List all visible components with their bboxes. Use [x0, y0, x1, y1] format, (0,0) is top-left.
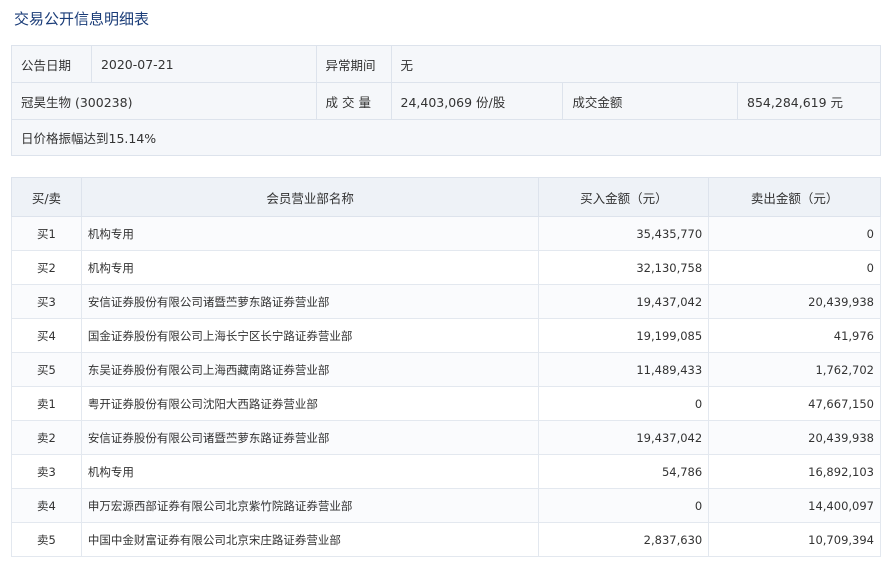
row-name: 机构专用	[80, 454, 540, 489]
row-side: 卖4	[11, 488, 82, 523]
volume-value: 24,403,069 份/股	[390, 82, 564, 120]
row-sell-amount: 14,400,097	[708, 488, 881, 523]
row-name: 机构专用	[80, 250, 540, 285]
row-buy-amount: 2,837,630	[538, 522, 710, 557]
row-side: 买1	[11, 216, 82, 251]
table-row: 卖3 机构专用 54,786 16,892,103	[11, 454, 881, 489]
row-side: 买4	[11, 318, 82, 353]
table-row: 卖5 中国中金财富证券有限公司北京宋庄路证券营业部 2,837,630 10,709,…	[11, 522, 881, 557]
row-sell-amount: 20,439,938	[708, 284, 881, 319]
row-side: 买5	[11, 352, 82, 387]
table-row: 卖1 粤开证券股份有限公司沈阳大西路证券营业部 0 47,667,150	[11, 386, 881, 421]
row-name: 中国中金财富证券有限公司北京宋庄路证券营业部	[80, 522, 540, 557]
amount-value: 854,284,619 元	[737, 82, 881, 120]
row-buy-amount: 32,130,758	[538, 250, 710, 285]
header-side: 买/卖	[11, 177, 82, 217]
abnormal-period-label: 异常期间	[315, 45, 392, 83]
row-sell-amount: 47,667,150	[708, 386, 881, 421]
header-name: 会员营业部名称	[80, 177, 540, 217]
row-side: 买3	[11, 284, 82, 319]
row-side: 卖1	[11, 386, 82, 421]
table-row: 买2 机构专用 32,130,758 0	[11, 250, 881, 285]
row-sell-amount: 20,439,938	[708, 420, 881, 455]
row-buy-amount: 19,437,042	[538, 420, 710, 455]
row-sell-amount: 41,976	[708, 318, 881, 353]
row-sell-amount: 0	[708, 250, 881, 285]
header-buy: 买入金额（元）	[538, 177, 710, 217]
row-buy-amount: 35,435,770	[538, 216, 710, 251]
row-side: 卖3	[11, 454, 82, 489]
amount-label: 成交金额	[562, 82, 739, 120]
announce-date-label: 公告日期	[11, 45, 92, 83]
table-row: 买3 安信证券股份有限公司诸暨苎萝东路证券营业部 19,437,042 20,439,…	[11, 284, 881, 319]
row-buy-amount: 19,437,042	[538, 284, 710, 319]
table-row: 卖4 申万宏源西部证券有限公司北京紫竹院路证券营业部 0 14,400,097	[11, 488, 881, 523]
row-side: 卖5	[11, 522, 82, 557]
table-row: 买5 东吴证券股份有限公司上海西藏南路证券营业部 11,489,433 1,762,7…	[11, 352, 881, 387]
row-sell-amount: 10,709,394	[708, 522, 881, 557]
row-name: 粤开证券股份有限公司沈阳大西路证券营业部	[80, 386, 540, 421]
row-buy-amount: 19,199,085	[538, 318, 710, 353]
row-name: 机构专用	[80, 216, 540, 251]
row-name: 国金证券股份有限公司上海长宁区长宁路证券营业部	[80, 318, 540, 353]
header-sell: 卖出金额（元）	[708, 177, 881, 217]
volume-label: 成 交 量	[315, 82, 392, 120]
row-name: 申万宏源西部证券有限公司北京紫竹院路证券营业部	[80, 488, 540, 523]
table-header-row: 买/卖 会员营业部名称 买入金额（元） 卖出金额（元）	[11, 177, 881, 217]
announce-date-value: 2020-07-21	[90, 45, 317, 83]
row-name: 东吴证券股份有限公司上海西藏南路证券营业部	[80, 352, 540, 387]
row-buy-amount: 0	[538, 386, 710, 421]
abnormal-period-value: 无	[390, 45, 882, 83]
table-row: 买1 机构专用 35,435,770 0	[11, 216, 881, 251]
page-title: 交易公开信息明细表	[14, 10, 150, 28]
row-sell-amount: 0	[708, 216, 881, 251]
row-name: 安信证券股份有限公司诸暨苎萝东路证券营业部	[80, 420, 540, 455]
summary-table: 公告日期 2020-07-21 异常期间 无 冠昊生物 (300238) 成 交…	[11, 45, 882, 156]
row-buy-amount: 11,489,433	[538, 352, 710, 387]
row-buy-amount: 0	[538, 488, 710, 523]
row-side: 买2	[11, 250, 82, 285]
table-row: 买4 国金证券股份有限公司上海长宁区长宁路证券营业部 19,199,085 41,97…	[11, 318, 881, 353]
reason-text: 日价格振幅达到15.14%	[11, 119, 881, 156]
row-buy-amount: 54,786	[538, 454, 710, 489]
row-sell-amount: 1,762,702	[708, 352, 881, 387]
row-name: 安信证券股份有限公司诸暨苎萝东路证券营业部	[80, 284, 540, 319]
row-sell-amount: 16,892,103	[708, 454, 881, 489]
row-side: 卖2	[11, 420, 82, 455]
table-row: 卖2 安信证券股份有限公司诸暨苎萝东路证券营业部 19,437,042 20,439,…	[11, 420, 881, 455]
stock-name: 冠昊生物 (300238)	[11, 82, 317, 120]
trade-detail-table: 买/卖 会员营业部名称 买入金额（元） 卖出金额（元） 买1 机构专用 35,435…	[11, 177, 881, 557]
